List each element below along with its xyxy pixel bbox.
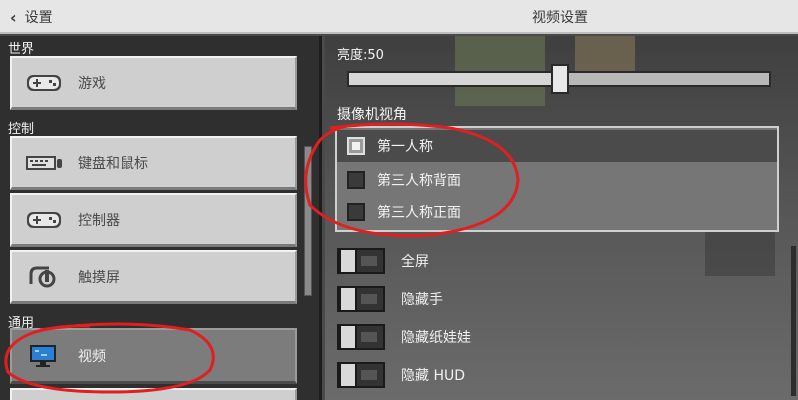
sidebar-item-label: 控制器 xyxy=(78,212,120,229)
camera-option-label: 第三人称正面 xyxy=(377,205,461,221)
touch-icon xyxy=(24,263,64,291)
video-settings-panel: 亮度:50 摄像机视角 第一人称 第三人称背面 第三人称正面 全屏 隐藏手 隐藏… xyxy=(325,36,798,400)
radio-unchecked-icon xyxy=(347,203,365,221)
toggle-label: 隐藏纸娃娃 xyxy=(401,330,471,346)
sidebar-item-video[interactable]: 视频 xyxy=(10,328,297,384)
setting-hide-hud: 隐藏 HUD xyxy=(337,360,757,390)
sidebar-item-next[interactable] xyxy=(10,388,297,400)
setting-fullscreen: 全屏 xyxy=(337,246,757,276)
setting-hide-hand: 隐藏手 xyxy=(337,284,757,314)
setting-hide-paperdoll: 隐藏纸娃娃 xyxy=(337,322,757,352)
camera-option-third-person-front[interactable]: 第三人称正面 xyxy=(337,196,777,228)
toggle-label: 隐藏 HUD xyxy=(401,368,466,384)
toggle-label: 全屏 xyxy=(401,254,429,270)
sidebar-item-label: 视频 xyxy=(78,348,106,365)
brightness-slider-knob[interactable] xyxy=(551,64,569,94)
sidebar-item-game[interactable]: 游戏 xyxy=(10,56,297,110)
radio-checked-icon xyxy=(347,137,365,155)
camera-option-label: 第一人称 xyxy=(377,139,433,155)
hide-hand-toggle[interactable] xyxy=(337,286,385,312)
hide-hud-toggle[interactable] xyxy=(337,362,385,388)
gamepad-icon xyxy=(24,69,64,97)
section-label-world: 世界 xyxy=(8,42,35,57)
brightness-slider-fill xyxy=(349,73,559,85)
radio-unchecked-icon xyxy=(347,171,365,189)
sidebar-item-keyboard-mouse[interactable]: 键盘和鼠标 xyxy=(10,136,297,190)
sidebar-item-label: 触摸屏 xyxy=(78,269,120,286)
camera-option-first-person[interactable]: 第一人称 xyxy=(337,130,777,162)
section-label-controls: 控制 xyxy=(8,122,35,137)
page-title: 视频设置 xyxy=(532,10,588,26)
chevron-left-icon: ‹ xyxy=(10,7,17,27)
sidebar-item-label: 键盘和鼠标 xyxy=(78,155,148,172)
brightness-label: 亮度:50 xyxy=(337,48,384,63)
panel-scrollbar[interactable] xyxy=(791,246,796,396)
monitor-icon xyxy=(24,342,64,370)
back-button[interactable]: ‹ 设置 xyxy=(0,0,120,34)
camera-perspective-group: 第一人称 第三人称背面 第三人称正面 xyxy=(335,126,779,232)
settings-sidebar: 世界 游戏 控制 键盘和鼠标 控制器 触摸屏 通用 视频 xyxy=(0,36,322,400)
fullscreen-toggle[interactable] xyxy=(337,248,385,274)
camera-option-third-person-back[interactable]: 第三人称背面 xyxy=(337,164,777,196)
back-label: 设置 xyxy=(24,10,53,26)
sidebar-item-label: 游戏 xyxy=(78,75,106,92)
gamepad-icon xyxy=(24,206,64,234)
sidebar-scrollbar[interactable] xyxy=(304,146,312,296)
hide-paperdoll-toggle[interactable] xyxy=(337,324,385,350)
top-bar: ‹ 设置 视频设置 xyxy=(0,0,798,34)
sidebar-item-controller[interactable]: 控制器 xyxy=(10,193,297,247)
camera-option-label: 第三人称背面 xyxy=(377,173,461,189)
toggle-label: 隐藏手 xyxy=(401,292,443,308)
keyboard-icon xyxy=(24,149,64,177)
sidebar-item-touchscreen[interactable]: 触摸屏 xyxy=(10,250,297,304)
camera-perspective-label: 摄像机视角 xyxy=(337,107,407,123)
